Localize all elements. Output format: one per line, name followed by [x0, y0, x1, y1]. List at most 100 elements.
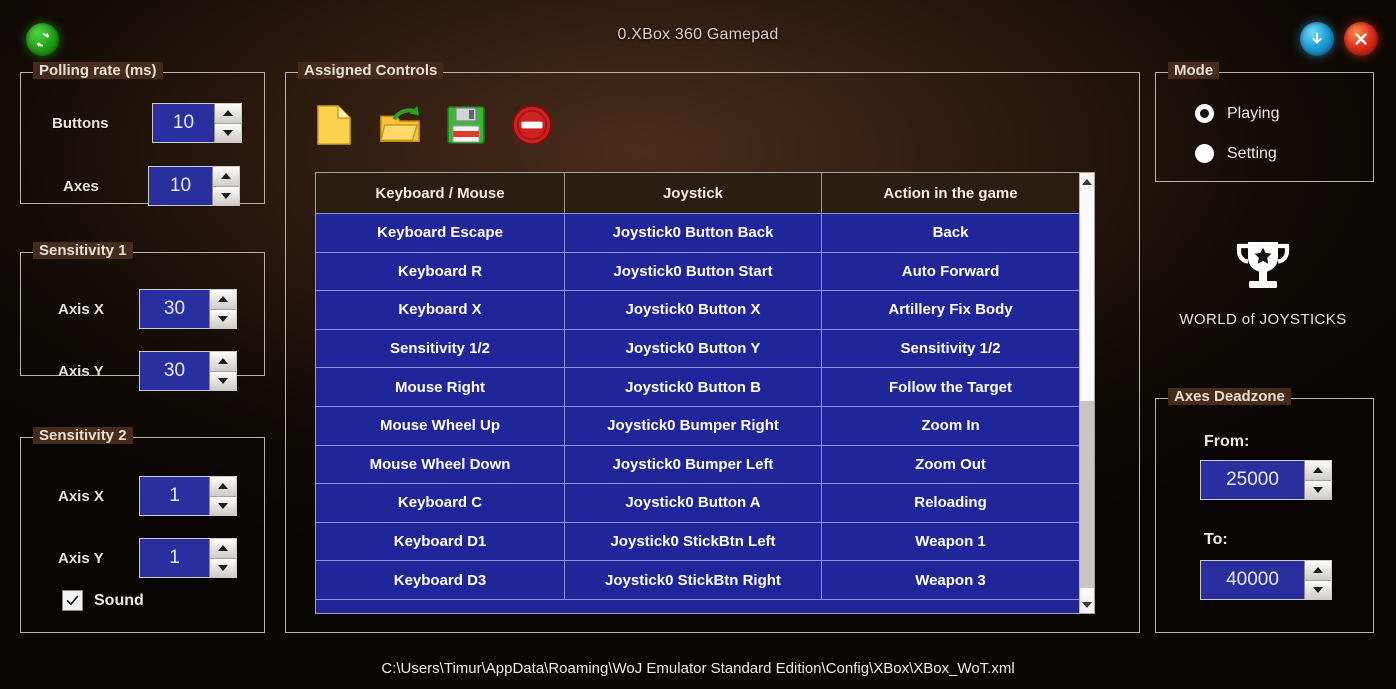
- deadzone-from-value[interactable]: 25000: [1201, 461, 1304, 499]
- mode-group: Mode: [1155, 62, 1374, 182]
- mode-legend: Mode: [1168, 62, 1220, 79]
- open-folder-icon[interactable]: [378, 103, 422, 147]
- column-header-joystick: Joystick: [565, 173, 822, 213]
- sens2-axis-x-down-arrow[interactable]: [210, 496, 236, 515]
- delete-minus-icon[interactable]: [510, 103, 554, 147]
- sens2-axis-y-stepper[interactable]: 1: [139, 538, 237, 578]
- new-file-icon[interactable]: [312, 103, 356, 147]
- buttons-polling-up-arrow[interactable]: [215, 104, 241, 124]
- table-cell: Keyboard D3: [316, 561, 565, 599]
- table-row[interactable]: Mouse Right Joystick0 Button B Follow the …: [316, 367, 1079, 406]
- table-row[interactable]: Keyboard Escape Joystick0 Button Back Back: [316, 213, 1079, 252]
- sens2-axis-y-arrows[interactable]: [209, 539, 236, 577]
- sens2-axis-x-stepper[interactable]: 1: [139, 476, 237, 516]
- sens2-axis-x-label: Axis X: [58, 488, 104, 505]
- sens1-axis-y-arrows[interactable]: [209, 352, 236, 390]
- buttons-polling-arrows[interactable]: [214, 104, 241, 142]
- table-cell: Joystick0 StickBtn Left: [565, 522, 822, 561]
- sound-checkbox-box[interactable]: [62, 590, 83, 611]
- table-cell: Keyboard X: [316, 291, 565, 329]
- scroll-up-arrow-icon[interactable]: [1080, 173, 1094, 190]
- sens1-axis-y-stepper[interactable]: 30: [139, 351, 237, 391]
- sens1-axis-x-label: Axis X: [58, 301, 104, 318]
- scrollbar-thumb[interactable]: [1080, 401, 1094, 588]
- axes-polling-arrows[interactable]: [212, 167, 239, 205]
- title-bar: 0.XBox 360 Gamepad: [0, 0, 1396, 62]
- table-cell: Joystick0 StickBtn Right: [565, 561, 822, 599]
- brand-text: WORLD of JOYSTICKS: [1179, 311, 1347, 328]
- table-cell: Joystick0 Bumper Left: [565, 445, 822, 484]
- table-cell: Artillery Fix Body: [888, 301, 1013, 319]
- scroll-down-arrow-icon[interactable]: [1080, 596, 1094, 613]
- deadzone-from-arrows[interactable]: [1304, 461, 1331, 499]
- sens2-axis-y-value[interactable]: 1: [140, 539, 209, 577]
- sens2-axis-x-arrows[interactable]: [209, 477, 236, 515]
- close-x-icon[interactable]: [1344, 22, 1378, 56]
- save-floppy-icon[interactable]: [444, 103, 488, 147]
- sens1-axis-y-up-arrow[interactable]: [210, 352, 236, 372]
- table-cell: Follow the Target: [888, 378, 1013, 396]
- radio-setting-indicator[interactable]: [1195, 144, 1214, 163]
- application-window: 0.XBox 360 Gamepad Polling rate (ms) But…: [0, 0, 1396, 689]
- buttons-polling-stepper[interactable]: 10: [152, 103, 242, 143]
- table-cell: Back: [932, 224, 969, 242]
- deadzone-to-value[interactable]: 40000: [1201, 561, 1304, 599]
- table-cell: Mouse Wheel Down: [316, 445, 565, 484]
- sens2-axis-x-value[interactable]: 1: [140, 477, 209, 515]
- deadzone-to-down-arrow[interactable]: [1305, 580, 1331, 599]
- table-cell: Joystick0 Button X: [565, 291, 822, 329]
- table-row[interactable]: Keyboard X Joystick0 Button X Artillery Fi…: [316, 290, 1079, 329]
- table-row[interactable]: Keyboard D1 Joystick0 StickBtn Left Weapon…: [316, 521, 1079, 561]
- table-cell: Zoom Out: [915, 455, 986, 473]
- sens1-axis-x-value[interactable]: 30: [140, 290, 209, 328]
- table-row[interactable]: Keyboard R Joystick0 Button Start Auto For…: [316, 251, 1079, 291]
- sound-checkbox[interactable]: Sound: [62, 590, 144, 611]
- table-cell: Mouse Wheel Up: [316, 406, 565, 445]
- axes-deadzone-legend: Axes Deadzone: [1168, 388, 1291, 405]
- sens2-axis-y-up-arrow[interactable]: [210, 539, 236, 559]
- deadzone-from-up-arrow[interactable]: [1305, 461, 1331, 481]
- table-vertical-scrollbar[interactable]: [1079, 173, 1094, 613]
- minimize-down-arrow-icon[interactable]: [1300, 22, 1334, 56]
- mode-radio-playing[interactable]: Playing: [1195, 104, 1279, 123]
- axes-polling-value[interactable]: 10: [149, 167, 212, 205]
- table-row[interactable]: Sensitivity 1/2 Joystick0 Button Y Sensiti…: [316, 328, 1079, 368]
- scrollbar-track[interactable]: [1080, 190, 1094, 596]
- deadzone-from-stepper[interactable]: 25000: [1200, 460, 1332, 500]
- sensitivity-1-legend: Sensitivity 1: [33, 242, 133, 259]
- buttons-polling-value[interactable]: 10: [153, 104, 214, 142]
- radio-playing-indicator[interactable]: [1195, 104, 1214, 123]
- table-row[interactable]: Keyboard C Joystick0 Button A Reloading: [316, 483, 1079, 522]
- sens1-axis-y-label: Axis Y: [58, 363, 104, 380]
- sens1-axis-x-stepper[interactable]: 30: [139, 289, 237, 329]
- table-empty-row: [316, 598, 1079, 613]
- table-cell: Sensitivity 1/2: [900, 340, 1001, 358]
- mode-radio-setting[interactable]: Setting: [1195, 144, 1277, 163]
- sens1-axis-x-down-arrow[interactable]: [210, 309, 236, 328]
- column-header-keyboard-mouse: Keyboard / Mouse: [316, 173, 565, 213]
- sens1-axis-y-value[interactable]: 30: [140, 352, 209, 390]
- table-row[interactable]: Keyboard D3 Joystick0 StickBtn Right Weapo…: [316, 560, 1079, 599]
- table-row[interactable]: Mouse Wheel Down Joystick0 Bumper Left Zoo…: [316, 444, 1079, 484]
- axes-polling-stepper[interactable]: 10: [148, 166, 240, 206]
- radio-setting-label: Setting: [1227, 144, 1277, 162]
- buttons-polling-down-arrow[interactable]: [215, 123, 241, 142]
- axes-polling-down-arrow[interactable]: [213, 186, 239, 205]
- sens1-axis-y-down-arrow[interactable]: [210, 371, 236, 390]
- sens1-axis-x-up-arrow[interactable]: [210, 290, 236, 310]
- table-cell: Keyboard D1: [316, 522, 565, 561]
- deadzone-to-arrows[interactable]: [1304, 561, 1331, 599]
- deadzone-to-stepper[interactable]: 40000: [1200, 560, 1332, 600]
- sens2-axis-x-up-arrow[interactable]: [210, 477, 236, 497]
- trophy-icon: [1236, 242, 1290, 288]
- sens1-axis-x-arrows[interactable]: [209, 290, 236, 328]
- table-row[interactable]: Mouse Wheel Up Joystick0 Bumper Right Zoom…: [316, 405, 1079, 445]
- assigned-controls-toolbar: [312, 103, 554, 147]
- sens2-axis-y-down-arrow[interactable]: [210, 558, 236, 577]
- table-cell: Weapon 3: [915, 571, 986, 589]
- brand-block: WORLD of JOYSTICKS: [1153, 238, 1373, 328]
- column-header-action: Action in the game: [883, 184, 1018, 202]
- axes-polling-up-arrow[interactable]: [213, 167, 239, 187]
- deadzone-from-down-arrow[interactable]: [1305, 480, 1331, 499]
- deadzone-to-up-arrow[interactable]: [1305, 561, 1331, 581]
